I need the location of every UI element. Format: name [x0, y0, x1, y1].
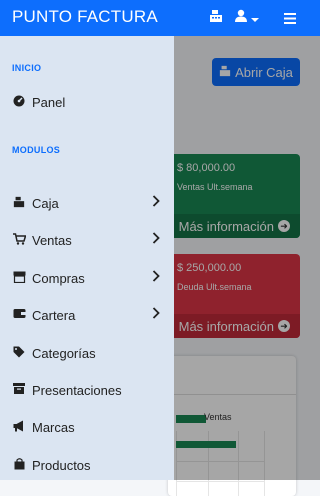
top-navbar: PUNTO FACTURA: [0, 0, 320, 36]
caret-down-icon[interactable]: [251, 11, 259, 29]
cash-register-icon: [12, 196, 26, 211]
chevron-right-icon: [152, 232, 160, 247]
brand-title[interactable]: PUNTO FACTURA: [12, 7, 158, 27]
gauge-icon: [12, 95, 26, 110]
wallet-icon: [12, 308, 26, 322]
sidebar-item-label: Ventas: [32, 232, 72, 248]
section-modulos: MODULOS: [12, 145, 61, 155]
user-icon[interactable]: [234, 9, 248, 28]
chevron-right-icon: [152, 195, 160, 210]
sidebar-item-label: Categorías: [32, 345, 96, 361]
tag-icon: [12, 346, 26, 361]
chevron-right-icon: [152, 307, 160, 322]
sidebar-item-label: Caja: [32, 195, 59, 211]
cash-register-icon[interactable]: [209, 9, 223, 28]
sidebar-item-label: Cartera: [32, 307, 76, 323]
sidebar-item-label: Productos: [32, 457, 91, 473]
store-icon: [12, 271, 26, 286]
section-inicio: INICIO: [12, 63, 42, 73]
sidebar-item-label: Marcas: [32, 419, 75, 435]
sidebar-item-caja[interactable]: Caja: [0, 190, 174, 216]
chevron-right-icon: [152, 270, 160, 285]
sidebar-item-categorias[interactable]: Categorías: [0, 340, 174, 366]
sidebar-item-label: Presentaciones: [32, 382, 122, 398]
archive-box-icon: [12, 383, 26, 397]
gridline: [176, 481, 264, 482]
sidebar-item-productos[interactable]: Productos: [0, 452, 174, 478]
sidebar-item-label: Compras: [32, 270, 85, 286]
sidebar-item-presentaciones[interactable]: Presentaciones: [0, 377, 174, 403]
sidebar-item-panel[interactable]: Panel: [0, 89, 174, 115]
shopping-bag-icon: [12, 457, 26, 473]
sidebar: INICIO Panel MODULOS Caja Ventas Compras: [0, 36, 174, 480]
cart-icon: [12, 232, 27, 248]
sidebar-item-marcas[interactable]: Marcas: [0, 414, 174, 440]
sidebar-item-ventas[interactable]: Ventas: [0, 227, 174, 253]
sidebar-item-label: Panel: [32, 94, 66, 110]
megaphone-icon: [12, 420, 26, 435]
sidebar-item-cartera[interactable]: Cartera: [0, 302, 174, 328]
sidebar-item-compras[interactable]: Compras: [0, 265, 174, 291]
hamburger-menu-icon[interactable]: [284, 11, 296, 29]
